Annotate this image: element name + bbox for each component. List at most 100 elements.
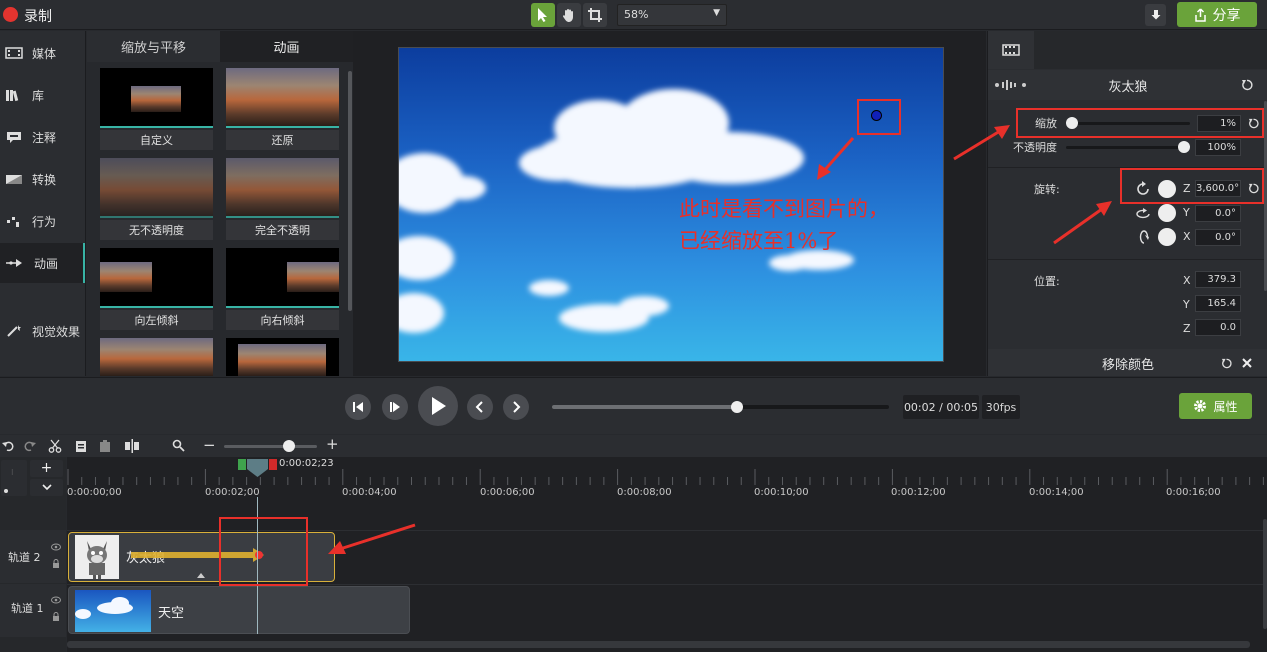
tab-animations[interactable]: 动画 [220,31,353,62]
magic-wand-icon [7,325,21,337]
axis-label: Y [1183,298,1190,311]
animation-tile-full-opacity[interactable]: 完全不透明 [226,158,339,240]
position-y-field[interactable]: 165.4 [1195,295,1241,312]
download-button[interactable] [1145,4,1166,26]
animation-tile-restore[interactable]: 还原 [226,68,339,150]
lock-icon[interactable] [52,612,60,621]
playback-scrubber[interactable] [552,405,889,409]
add-track-button[interactable]: + [30,460,63,477]
step-forward-button[interactable] [382,394,408,420]
animation-tile-partial[interactable] [100,338,213,376]
clip-expand-handle[interactable] [197,573,205,578]
reset-icon[interactable] [1221,358,1232,369]
selection-start-marker[interactable] [238,459,246,470]
sidebar-item-behaviors[interactable]: 行为 [0,201,85,241]
animation-tile-no-opacity[interactable]: 无不透明度 [100,158,213,240]
position-x-field[interactable]: 379.3 [1195,271,1241,288]
pan-tool-button[interactable] [557,3,581,27]
selection-end-marker[interactable] [269,459,277,470]
share-button[interactable]: 分享 [1177,2,1257,27]
rotation-x-knob[interactable] [1158,228,1176,246]
playback-scrubber-thumb[interactable] [731,401,744,413]
preview-canvas[interactable]: 此时是看不到图片的， 已经缩放至1%了 [398,47,944,362]
opacity-slider-thumb[interactable] [1178,141,1190,153]
animation-tile-partial[interactable] [226,338,339,376]
annotation-text-line: 已经缩放至1%了 [679,229,839,253]
transition-icon [6,175,22,184]
tile-thumbnail [100,248,213,308]
animation-icon [6,259,22,267]
animation-tile-custom[interactable]: 自定义 [100,68,213,150]
animation-tile-tilt-left[interactable]: 向左倾斜 [100,248,213,330]
track-height-control[interactable]: ⁝ [1,460,27,496]
reset-icon[interactable] [1241,79,1253,91]
tracks-vertical-scrollbar[interactable] [1263,519,1267,629]
redo-icon[interactable] [24,440,36,452]
timeline-zoom-thumb[interactable] [283,440,296,452]
eye-icon[interactable] [51,596,61,604]
chevron-left-icon [475,401,483,413]
animation-tile-tilt-right[interactable]: 向右倾斜 [226,248,339,330]
timeline-ruler[interactable]: 0:00:00;00 0:00:02;00 0:00:04;00 0:00:06… [67,457,1267,499]
tile-thumbnail [226,248,339,308]
close-icon[interactable] [1242,358,1252,368]
zoom-in-icon[interactable]: + [326,435,339,453]
step-back-button[interactable] [345,394,371,420]
record-button-label[interactable]: 录制 [24,6,52,26]
tab-visual-properties[interactable] [988,31,1034,69]
eye-icon[interactable] [51,543,61,551]
tab-zoom-pan[interactable]: 缩放与平移 [87,31,220,62]
sidebar-item-library[interactable]: 库 [0,75,85,115]
tile-thumbnail [100,158,213,218]
step-back-icon [353,402,363,412]
tracks-horizontal-scrollbar[interactable] [67,641,1250,648]
undo-icon[interactable] [2,440,14,452]
record-icon[interactable] [3,7,18,22]
crop-tool-button[interactable] [583,3,607,27]
split-icon[interactable] [124,439,140,453]
zoom-out-icon[interactable]: − [203,436,216,454]
paste-icon[interactable] [98,439,112,453]
time-display: 00:02 / 00:05 [903,395,979,419]
playhead-handle[interactable] [246,458,269,478]
next-marker-button[interactable] [503,394,529,420]
previous-marker-button[interactable] [467,394,493,420]
position-z-field[interactable]: 0.0 [1195,319,1241,336]
sidebar-item-annotations[interactable]: 注释 [0,117,85,157]
lock-icon[interactable] [52,559,60,568]
collapse-tracks-button[interactable] [30,479,63,496]
rotation-x-field[interactable]: 0.0° [1195,229,1241,246]
download-arrow-icon [1151,10,1160,20]
cut-icon[interactable] [48,439,62,453]
sidebar-item-visual-effects[interactable]: 视觉效果 [0,311,85,351]
canvas-area: 此时是看不到图片的， 已经缩放至1%了 [353,31,986,376]
sidebar-item-media[interactable]: 媒体 [0,33,85,73]
axis-label: Y [1183,206,1190,219]
animation-library-panel: 缩放与平移 动画 自定义 还原 无不透明度 完全不透明 向左倾斜 向右倾斜 [87,31,353,376]
track-header-1[interactable]: 轨道 1 [0,584,66,637]
zoom-level-select[interactable]: 58% ▼ [617,4,727,26]
select-tool-button[interactable] [531,3,555,27]
sidebar-item-animations[interactable]: 动画 [0,243,85,283]
track-header-2[interactable]: 轨道 2 [0,530,66,583]
opacity-field[interactable]: 100% [1195,139,1241,156]
tile-label: 自定义 [100,130,213,150]
play-button[interactable] [418,386,458,426]
media-icon [5,47,23,59]
tile-label: 向右倾斜 [226,310,339,330]
chevron-down-icon [41,484,52,491]
axis-label: X [1183,274,1191,287]
clip-sky[interactable]: 天空 [68,586,410,634]
rotation-y-field[interactable]: 0.0° [1195,205,1241,222]
timeline-zoom-slider[interactable] [224,445,317,448]
opacity-slider[interactable] [1066,146,1184,149]
sidebar-item-transitions[interactable]: 转换 [0,159,85,199]
sidebar-item-label: 注释 [32,130,57,145]
copy-icon[interactable] [74,439,88,453]
behavior-icon [7,217,19,227]
properties-button[interactable]: 属性 [1179,393,1252,419]
annotation-text-line: 此时是看不到图片的， [679,197,889,221]
rotation-y-knob[interactable] [1158,204,1176,222]
annotation-arrow-icon [817,137,855,180]
library-scrollbar[interactable] [348,71,352,311]
